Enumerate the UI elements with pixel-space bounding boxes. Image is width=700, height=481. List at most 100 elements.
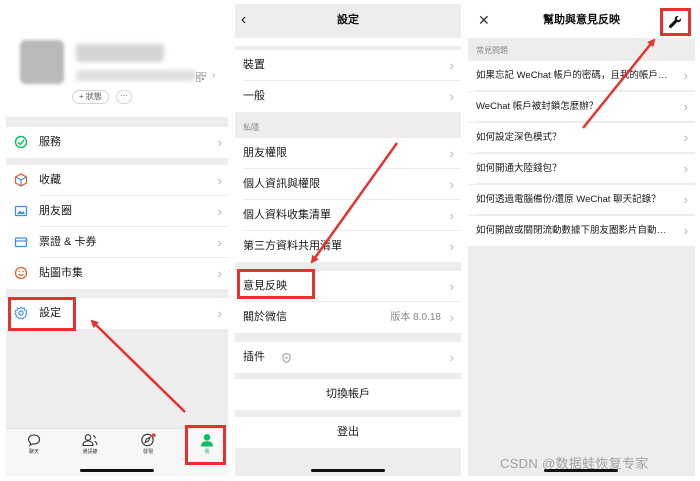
chevron-right-icon: ›: [217, 204, 222, 219]
menu-item-label: 票證 & 卡券: [39, 236, 97, 248]
help-nav-bar: ✕ 幫助與意見反映: [468, 4, 695, 38]
section-label-faq: 常見問題: [476, 46, 508, 55]
settings-item-third-party-sharing[interactable]: 第三方資料共用清單 ›: [235, 231, 461, 262]
settings-item-general[interactable]: 一般 ›: [235, 81, 461, 112]
add-status-button[interactable]: + 狀態: [72, 90, 109, 104]
faq-item-label: 如何設定深色模式？: [476, 132, 562, 143]
chevron-right-icon: ›: [449, 58, 454, 73]
qr-code-icon[interactable]: [196, 72, 206, 82]
settings-item-feedback[interactable]: 意見反映 ›: [235, 271, 461, 302]
avatar[interactable]: [20, 40, 64, 84]
menu-item-moments[interactable]: 朋友圈 ›: [6, 196, 228, 227]
shield-icon: [282, 353, 291, 363]
chevron-right-icon: ›: [212, 70, 216, 81]
chevron-right-icon: ›: [217, 173, 222, 188]
scrolled-row-remnant: [235, 38, 461, 46]
chevron-right-icon: ›: [217, 235, 222, 250]
settings-item-label: 第三方資料共用清單: [243, 240, 342, 252]
tab-discover[interactable]: 發現: [128, 433, 168, 465]
faq-item-label: 如果忘記 WeChat 帳戶的密碼，且我的帳戶沒…: [476, 70, 673, 81]
faq-item-label: 如何透過電腦備份/還原 WeChat 聊天記錄？: [476, 194, 661, 205]
menu-item-favorites[interactable]: 收藏 ›: [6, 165, 228, 196]
settings-screen: ‹ 設定 裝置 › 一般 › 私隱 朋友權限 › 個人資訊與權限 › 個人資料收…: [235, 4, 461, 476]
switch-account-button[interactable]: 切換帳戶: [235, 379, 461, 410]
logout-button[interactable]: 登出: [235, 417, 461, 448]
settings-item-label: 裝置: [243, 59, 265, 71]
chevron-right-icon: ›: [217, 266, 222, 281]
cards-icon: [14, 237, 28, 248]
chevron-right-icon: ›: [217, 135, 222, 150]
menu-item-label: 設定: [39, 307, 61, 319]
home-indicator: [80, 469, 154, 472]
settings-item-data-collection[interactable]: 個人資料收集清單 ›: [235, 200, 461, 231]
chevron-right-icon: ›: [683, 68, 688, 83]
chevron-right-icon: ›: [683, 130, 688, 145]
tab-label: 聊天: [28, 449, 39, 455]
faq-item[interactable]: 如果忘記 WeChat 帳戶的密碼，且我的帳戶沒… ›: [468, 61, 695, 91]
chevron-right-icon: ›: [449, 239, 454, 254]
menu-item-label: 收藏: [39, 174, 61, 186]
help-feedback-screen: ✕ 幫助與意見反映 常見問題 如果忘記 WeChat 帳戶的密碼，且我的帳戶沒……: [468, 4, 695, 476]
faq-item[interactable]: 如何開通大陸錢包？ ›: [468, 154, 695, 184]
version-value: 版本 8.0.18: [390, 312, 441, 323]
settings-item-label: 關於微信: [243, 311, 287, 323]
chevron-right-icon: ›: [217, 306, 222, 321]
faq-item[interactable]: 如何透過電腦備份/還原 WeChat 聊天記錄？ ›: [468, 185, 695, 215]
chevron-right-icon: ›: [449, 310, 454, 325]
chevron-right-icon: ›: [449, 146, 454, 161]
tab-label: 發現: [142, 449, 153, 455]
profile-name-blurred: [76, 44, 164, 62]
tab-contacts[interactable]: 通訊錄: [70, 433, 110, 465]
faq-item-label: 如何開啟或關閉流動數據下朋友圈影片自動播…: [476, 225, 673, 236]
chevron-right-icon: ›: [683, 99, 688, 114]
faq-item[interactable]: WeChat 帳戶被封鎖怎麼辦？ ›: [468, 92, 695, 122]
tab-label: 通訊錄: [82, 449, 98, 455]
page-title: 設定: [337, 14, 359, 26]
me-screen: › + 狀態 ··· 服務 › 收藏 › 朋友圈 › 票證 & 卡券 › 貼圖市…: [6, 4, 228, 476]
tab-label: 我: [204, 449, 210, 455]
tab-me[interactable]: 我: [187, 433, 227, 465]
chevron-right-icon: ›: [449, 279, 454, 294]
tab-chat[interactable]: 聊天: [14, 433, 54, 465]
settings-item-devices[interactable]: 裝置 ›: [235, 50, 461, 81]
settings-item-friend-permissions[interactable]: 朋友權限 ›: [235, 138, 461, 169]
chevron-right-icon: ›: [449, 177, 454, 192]
chevron-right-icon: ›: [449, 89, 454, 104]
service-icon: [14, 135, 28, 149]
settings-item-label: 一般: [243, 90, 265, 102]
profile-id-blurred: [76, 70, 196, 81]
settings-item-label: 個人資料收集清單: [243, 209, 331, 221]
menu-item-label: 服務: [39, 136, 61, 148]
settings-item-label: 朋友權限: [243, 147, 287, 159]
settings-nav-bar: ‹ 設定: [235, 4, 461, 38]
settings-item-plugins[interactable]: 插件 ›: [235, 342, 461, 373]
settings-item-label: 插件: [243, 351, 265, 363]
faq-item[interactable]: 如何設定深色模式？ ›: [468, 123, 695, 153]
favorites-icon: [14, 173, 28, 187]
settings-item-about[interactable]: 關於微信 版本 8.0.18 ›: [235, 302, 461, 333]
menu-item-stickers[interactable]: 貼圖市集 ›: [6, 258, 228, 289]
profile-header[interactable]: › + 狀態 ···: [6, 4, 228, 117]
section-label-privacy: 私隱: [243, 123, 259, 132]
home-indicator: [311, 469, 385, 472]
menu-item-label: 貼圖市集: [39, 267, 83, 279]
more-button[interactable]: ···: [116, 90, 132, 104]
chevron-right-icon: ›: [683, 192, 688, 207]
menu-item-cards[interactable]: 票證 & 卡券 ›: [6, 227, 228, 258]
discover-icon: [141, 433, 156, 447]
menu-item-settings[interactable]: 設定 ›: [6, 298, 228, 329]
settings-item-label: 個人資訊與權限: [243, 178, 320, 190]
chevron-right-icon: ›: [449, 350, 454, 365]
faq-item-label: 如何開通大陸錢包？: [476, 163, 562, 174]
chat-icon: [27, 434, 41, 447]
faq-item[interactable]: 如何開啟或關閉流動數據下朋友圈影片自動播… ›: [468, 216, 695, 246]
menu-item-service[interactable]: 服務 ›: [6, 127, 228, 158]
wrench-icon[interactable]: [668, 15, 682, 29]
settings-gear-icon: [14, 306, 28, 320]
page-title: 幫助與意見反映: [543, 14, 620, 26]
moments-icon: [14, 205, 28, 217]
chevron-right-icon: ›: [683, 223, 688, 238]
chevron-right-icon: ›: [683, 161, 688, 176]
settings-item-label: 意見反映: [243, 280, 287, 292]
settings-item-personal-info[interactable]: 個人資訊與權限 ›: [235, 169, 461, 200]
